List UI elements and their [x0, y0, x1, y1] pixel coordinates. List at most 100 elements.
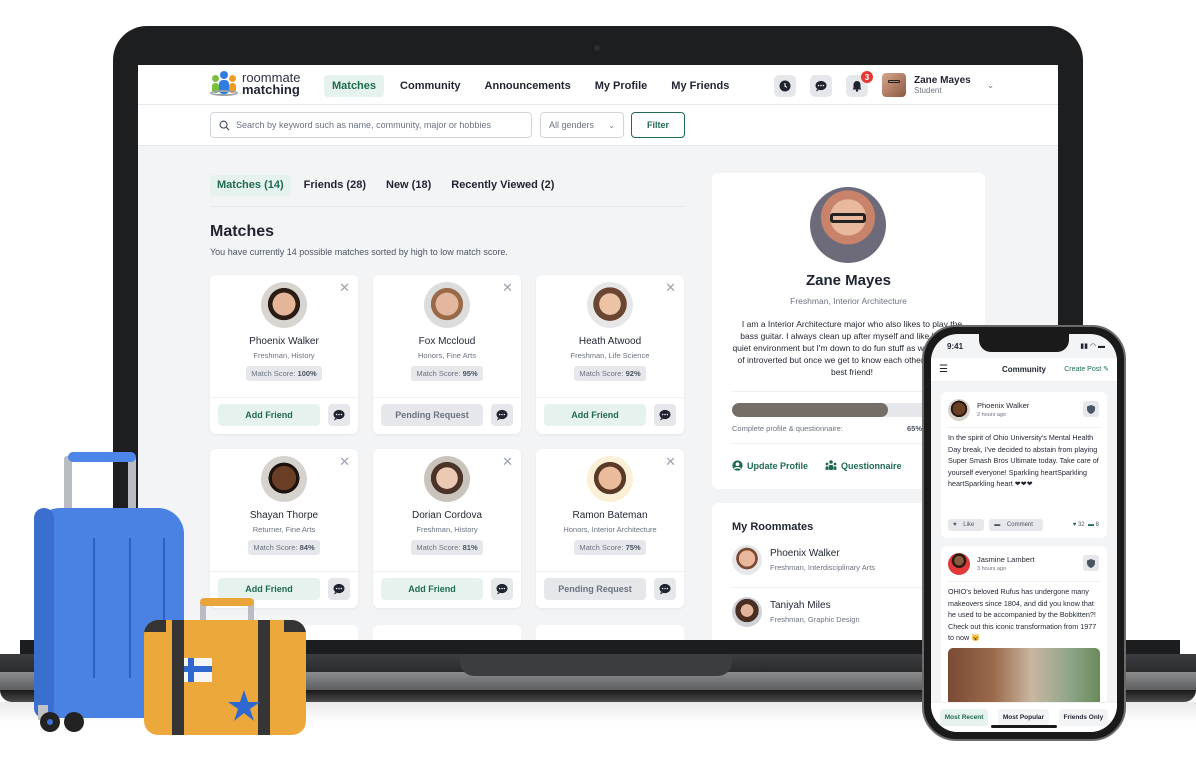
tab-matches[interactable]: Matches (14) [210, 175, 291, 196]
tab-friends-only[interactable]: Friends Only [1058, 709, 1109, 726]
match-major: Freshman, Life Science [570, 351, 650, 360]
add-friend-button[interactable]: Add Friend [381, 578, 483, 600]
message-button[interactable] [491, 404, 513, 426]
roommate-item[interactable]: Phoenix Walker Freshman, Interdisciplinar… [732, 545, 875, 575]
update-profile-label: Update Profile [747, 460, 809, 471]
message-button[interactable] [654, 404, 676, 426]
add-friend-button[interactable]: Add Friend [218, 578, 320, 600]
match-score-badge: Match Score: 95% [411, 366, 483, 381]
card-footer: Pending Request [536, 571, 684, 608]
marketing-mockup: roommate matching Matches Community Anno… [0, 0, 1196, 758]
match-score-value: 100% [297, 369, 317, 378]
match-score-label: Match Score: [416, 543, 461, 552]
profile-name: Zane Mayes [805, 272, 892, 289]
chevron-down-icon: ⌄ [608, 120, 615, 130]
post-text: In the spirit of Ohio University's Menta… [948, 433, 1099, 489]
pending-request-button[interactable]: Pending Request [381, 404, 483, 426]
dismiss-close-icon[interactable]: ✕ [502, 454, 513, 470]
tab-new[interactable]: New (18) [379, 175, 438, 196]
dismiss-close-icon[interactable]: ✕ [339, 280, 350, 296]
chat-icon [496, 583, 508, 595]
dismiss-close-icon[interactable]: ✕ [502, 280, 513, 296]
match-score-value: 75% [625, 543, 641, 552]
roommate-item[interactable]: Taniyah Miles Freshman, Graphic Design [732, 597, 860, 627]
signal-wifi-battery-icon: ▮▮ ◠ ▬ [1080, 343, 1105, 350]
report-shield-button[interactable] [1083, 401, 1099, 417]
match-score-badge: Match Score: 81% [411, 540, 483, 555]
filter-button[interactable]: Filter [631, 112, 685, 138]
match-avatar [261, 282, 307, 328]
match-card-partial [536, 625, 684, 640]
update-profile-link[interactable]: Update Profile [732, 460, 808, 471]
user-avatar [882, 73, 906, 97]
add-friend-button[interactable]: Add Friend [544, 404, 646, 426]
tab-most-popular[interactable]: Most Popular [997, 709, 1050, 726]
nav-community[interactable]: Community [392, 75, 469, 97]
tab-most-recent[interactable]: Most Recent [939, 709, 989, 726]
questionnaire-label: Questionnaire [841, 460, 902, 471]
search-input[interactable]: Search by keyword such as name, communit… [210, 112, 532, 138]
create-post-button[interactable]: Create Post ✎ [1064, 365, 1109, 373]
match-major: Freshman, History [416, 525, 478, 534]
heart-icon: ♥ [1072, 522, 1077, 528]
roommate-avatar [732, 545, 762, 575]
questionnaire-link[interactable]: Questionnaire [825, 460, 902, 471]
report-shield-button[interactable] [1083, 555, 1099, 571]
roommate-avatar [732, 597, 762, 627]
tab-friends[interactable]: Friends (28) [297, 175, 373, 196]
progress-fill [732, 403, 888, 417]
roommate-name: Phoenix Walker [770, 548, 840, 559]
history-button[interactable] [774, 75, 796, 97]
add-friend-button[interactable]: Add Friend [218, 404, 320, 426]
laptop-screen: roommate matching Matches Community Anno… [138, 65, 1058, 640]
app-logo[interactable]: roommate matching [210, 71, 301, 97]
like-count: 32 [1077, 522, 1085, 528]
match-score-badge: Match Score: 75% [574, 540, 646, 555]
shield-icon [1087, 404, 1095, 414]
dismiss-close-icon[interactable]: ✕ [665, 454, 676, 470]
dismiss-close-icon[interactable]: ✕ [665, 280, 676, 296]
pending-request-button[interactable]: Pending Request [544, 578, 646, 600]
comment-label: Comment [1001, 519, 1038, 531]
message-button[interactable] [328, 578, 350, 600]
nav-announcements[interactable]: Announcements [477, 75, 579, 97]
gender-select[interactable]: All genders ⌄ [540, 112, 624, 138]
divider [948, 427, 1100, 428]
nav-links: Matches Community Announcements My Profi… [324, 75, 737, 97]
phone-screen: 9:41 ▮▮ ◠ ▬ ☰ Community Create Post ✎ Ph… [931, 334, 1117, 732]
match-score-value: 84% [299, 543, 315, 552]
nav-matches[interactable]: Matches [324, 75, 385, 97]
comment-icon: ▬ [1087, 522, 1094, 528]
match-card: ✕ Ramon Bateman Honors, Interior Archite… [536, 449, 684, 608]
match-score-value: 95% [462, 369, 478, 378]
like-button[interactable]: ♥ Like [948, 519, 985, 531]
match-card: ✕ Dorian Cordova Freshman, History Match… [373, 449, 521, 608]
match-avatar [587, 456, 633, 502]
home-indicator [991, 725, 1057, 728]
tab-recently-viewed[interactable]: Recently Viewed (2) [444, 175, 561, 196]
orange-suitcase-illustration [144, 598, 306, 735]
profile-avatar [810, 187, 886, 263]
notifications-button[interactable]: 3 [846, 71, 873, 97]
message-button[interactable] [654, 578, 676, 600]
match-score-value: 92% [625, 369, 641, 378]
nav-my-friends[interactable]: My Friends [663, 75, 737, 97]
phone-header: ☰ Community Create Post ✎ [931, 358, 1117, 382]
message-button[interactable] [328, 404, 350, 426]
match-score-badge: Match Score: 92% [574, 366, 646, 381]
message-button[interactable] [491, 578, 513, 600]
people-logo-icon [210, 71, 238, 97]
match-avatar [587, 282, 633, 328]
card-footer: Pending Request [373, 397, 521, 434]
roommate-name: Taniyah Miles [770, 600, 831, 611]
card-footer: Add Friend [536, 397, 684, 434]
chevron-down-icon: ⌄ [986, 79, 995, 90]
nav-my-profile[interactable]: My Profile [587, 75, 656, 97]
user-menu[interactable]: Zane Mayes Student ⌄ [882, 73, 994, 97]
comment-button[interactable]: ▬ Comment [989, 519, 1043, 531]
dismiss-close-icon[interactable]: ✕ [339, 454, 350, 470]
search-toolbar: Search by keyword such as name, communit… [138, 105, 1058, 146]
create-post-label: Create Post [1064, 366, 1102, 373]
messages-button[interactable] [810, 75, 832, 97]
match-card: ✕ Phoenix Walker Freshman, History Match… [210, 275, 358, 434]
